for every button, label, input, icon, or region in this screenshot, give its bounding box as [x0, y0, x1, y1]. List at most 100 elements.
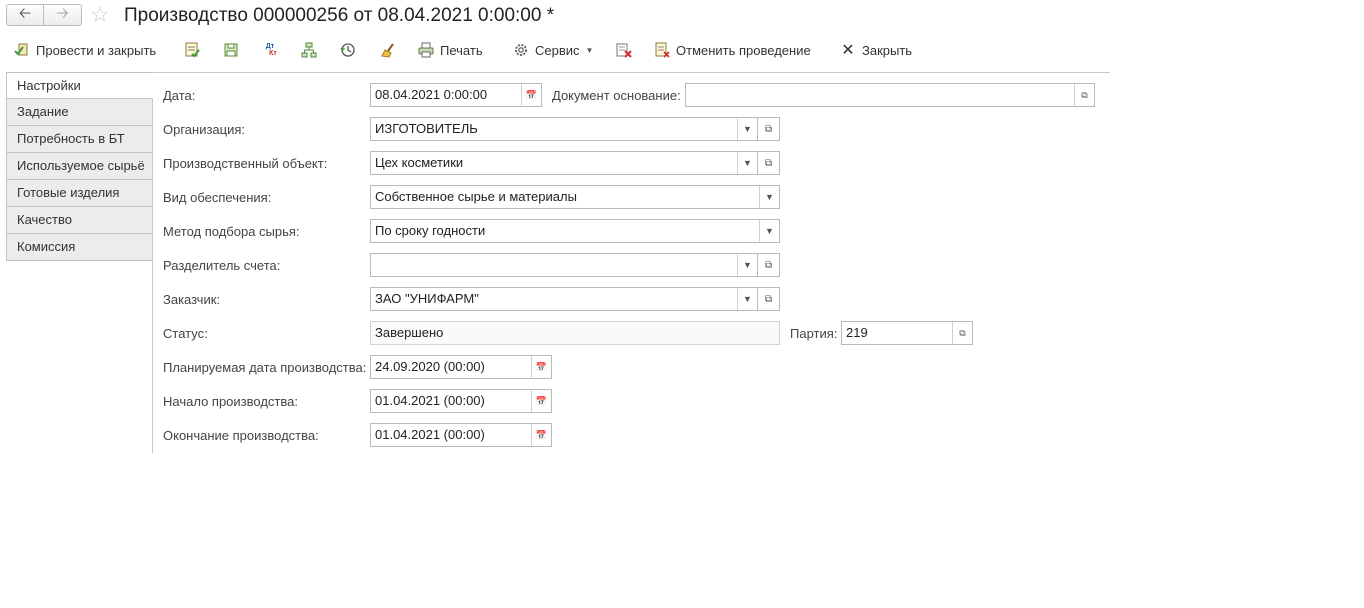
nav-group: 🡠 🡢 [6, 4, 82, 26]
chevron-down-icon[interactable]: ▼ [737, 152, 757, 174]
history-button[interactable] [340, 38, 362, 62]
status-field: Завершено [370, 321, 780, 345]
tab-quality[interactable]: Качество [6, 207, 153, 234]
account-divider-label: Разделитель счета: [163, 258, 281, 273]
start-field[interactable]: 01.04.2021 (00:00) 📅 [370, 389, 552, 413]
date-label: Дата: [163, 88, 196, 103]
selection-method-value: По сроку годности [375, 223, 486, 238]
forward-button[interactable]: 🡢 [44, 4, 82, 26]
end-label: Окончание производства: [163, 428, 319, 443]
open-icon[interactable]: ⧉ [1074, 84, 1094, 106]
delete-mark-button[interactable] [616, 38, 638, 62]
prod-object-open-button[interactable]: ⧉ [758, 151, 780, 175]
batch-field[interactable]: 219 ⧉ [841, 321, 973, 345]
status-value: Завершено [375, 325, 444, 340]
chevron-down-icon[interactable]: ▼ [737, 254, 757, 276]
print-label: Печать [440, 42, 483, 58]
history-clock-icon [340, 42, 356, 58]
chevron-down-icon: ▼ [585, 45, 594, 55]
batch-value: 219 [846, 325, 868, 340]
tab-raw-materials[interactable]: Используемое сырьё [6, 153, 153, 180]
close-button[interactable]: ✕ Закрыть [840, 38, 912, 62]
tab-finished-goods[interactable]: Готовые изделия [6, 180, 153, 207]
gear-icon [513, 42, 529, 58]
date-field[interactable]: 08.04.2021 0:00:00 📅 [370, 83, 542, 107]
delete-document-icon [616, 42, 632, 58]
supply-type-field[interactable]: Собственное сырье и материалы ▼ [370, 185, 780, 209]
base-doc-label: Документ основание: [552, 88, 681, 103]
clear-button[interactable] [379, 38, 401, 62]
calendar-icon[interactable]: 📅 [531, 356, 551, 378]
tab-commission[interactable]: Комиссия [6, 234, 153, 261]
chevron-down-icon[interactable]: ▼ [759, 186, 779, 208]
organization-value: ИЗГОТОВИТЕЛЬ [375, 121, 478, 136]
service-label: Сервис [535, 42, 580, 58]
back-button[interactable]: 🡠 [6, 4, 44, 26]
organization-field[interactable]: ИЗГОТОВИТЕЛЬ ▼ [370, 117, 758, 141]
tab-settings[interactable]: Настройки [6, 72, 153, 99]
supply-type-label: Вид обеспечения: [163, 190, 272, 205]
open-icon: ⧉ [764, 157, 773, 169]
customer-field[interactable]: ЗАО "УНИФАРМ" ▼ [370, 287, 758, 311]
content-left-border [152, 99, 153, 453]
start-label: Начало производства: [163, 394, 298, 409]
structure-button[interactable] [301, 38, 323, 62]
close-label: Закрыть [862, 42, 913, 58]
title-bar: 🡠 🡢 ☆ Производство 000000256 от 08.04.20… [0, 0, 1110, 34]
account-divider-field[interactable]: ▼ [370, 253, 758, 277]
post-document-icon [184, 42, 200, 58]
calendar-icon[interactable]: 📅 [521, 84, 541, 106]
post-close-icon [14, 42, 30, 58]
open-icon[interactable]: ⧉ [952, 322, 972, 344]
start-value: 01.04.2021 (00:00) [375, 393, 485, 408]
post-and-close-label: Провести и закрыть [36, 42, 157, 58]
post-button[interactable] [184, 38, 206, 62]
close-icon: ✕ [841, 42, 855, 59]
hierarchy-icon [301, 42, 317, 58]
arrow-left-icon: 🡠 [18, 4, 32, 22]
toolbar-divider [152, 72, 1110, 73]
prod-object-value: Цех косметики [375, 155, 464, 170]
prod-object-field[interactable]: Цех косметики ▼ [370, 151, 758, 175]
customer-label: Заказчик: [163, 292, 221, 307]
end-field[interactable]: 01.04.2021 (00:00) 📅 [370, 423, 552, 447]
dt-label: Дт [265, 43, 275, 50]
arrow-right-icon: 🡢 [56, 4, 69, 22]
tab-list: Настройки Задание Потребность в БТ Испол… [6, 72, 153, 261]
broom-icon [379, 42, 395, 58]
open-icon: ⧉ [764, 259, 773, 271]
cancel-posting-icon [654, 42, 670, 58]
kt-label: Кт [269, 50, 277, 57]
open-icon: ⧉ [764, 293, 773, 305]
favorite-star-icon[interactable]: ☆ [90, 3, 110, 27]
save-button[interactable] [223, 38, 245, 62]
batch-label: Партия: [790, 326, 838, 341]
chevron-down-icon[interactable]: ▼ [737, 118, 757, 140]
tab-task[interactable]: Задание [6, 99, 153, 126]
selection-method-field[interactable]: По сроку годности ▼ [370, 219, 780, 243]
supply-type-value: Собственное сырье и материалы [375, 189, 577, 204]
save-disk-icon [223, 42, 239, 58]
tab-bt-need[interactable]: Потребность в БТ [6, 126, 153, 153]
account-divider-open-button[interactable]: ⧉ [758, 253, 780, 277]
chevron-down-icon[interactable]: ▼ [737, 288, 757, 310]
post-and-close-button[interactable]: Провести и закрыть [14, 38, 156, 62]
print-button[interactable]: Печать [418, 38, 483, 62]
planned-date-field[interactable]: 24.09.2020 (00:00) 📅 [370, 355, 552, 379]
base-doc-field[interactable]: ⧉ [685, 83, 1095, 107]
base-doc-value [686, 84, 1074, 106]
customer-open-button[interactable]: ⧉ [758, 287, 780, 311]
organization-open-button[interactable]: ⧉ [758, 117, 780, 141]
service-menu-button[interactable]: Сервис ▼ [513, 38, 593, 62]
dt-kt-button[interactable]: Дт Кт [262, 38, 284, 62]
cancel-posting-label: Отменить проведение [676, 42, 811, 58]
cancel-posting-button[interactable]: Отменить проведение [654, 38, 811, 62]
customer-value: ЗАО "УНИФАРМ" [375, 291, 479, 306]
date-value: 08.04.2021 0:00:00 [375, 87, 488, 102]
calendar-icon[interactable]: 📅 [531, 424, 551, 446]
status-label: Статус: [163, 326, 208, 341]
dt-kt-icon: Дт Кт [262, 42, 278, 58]
chevron-down-icon[interactable]: ▼ [759, 220, 779, 242]
calendar-icon[interactable]: 📅 [531, 390, 551, 412]
selection-method-label: Метод подбора сырья: [163, 224, 300, 239]
